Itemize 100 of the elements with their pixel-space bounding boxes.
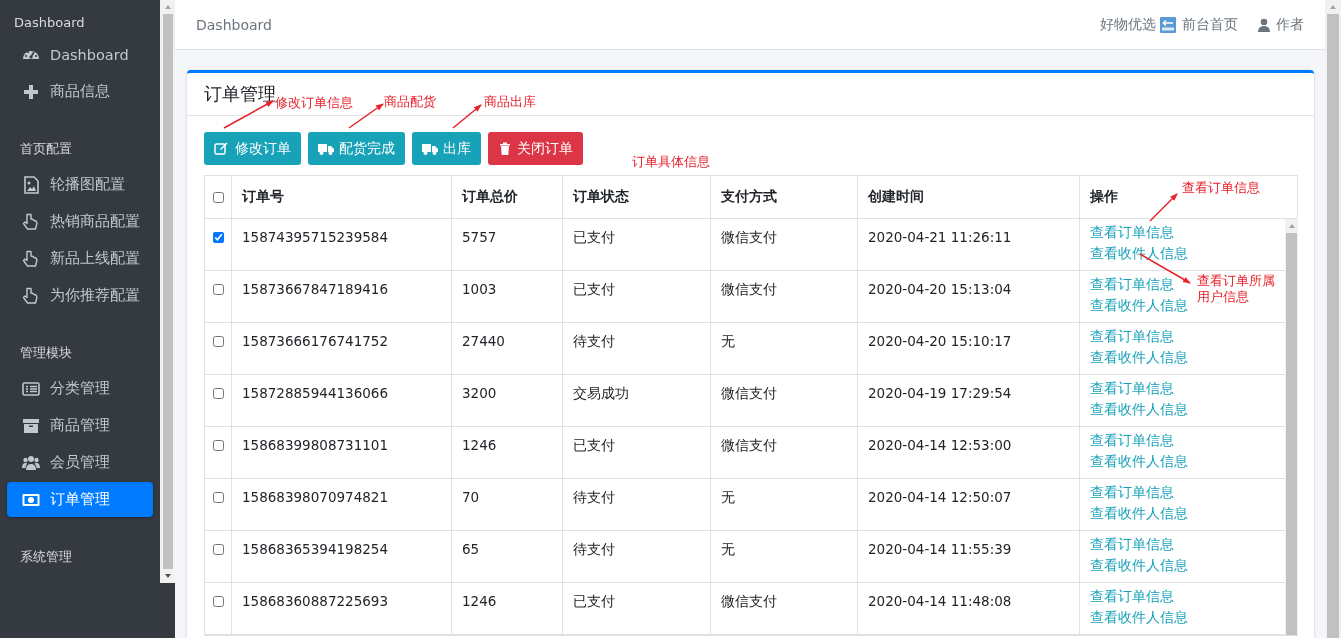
sidebar-item[interactable]: 轮播图配置	[7, 167, 153, 202]
sidebar-item[interactable]: 商品信息	[7, 74, 153, 109]
sidebar-item[interactable]: 新品上线配置	[7, 241, 153, 276]
table-cell: 5757	[462, 229, 497, 245]
checkbox[interactable]	[212, 440, 224, 451]
sidebar-item[interactable]: 订单管理	[7, 482, 153, 517]
sidebar-item[interactable]: 分类管理	[7, 371, 153, 406]
scrollbar[interactable]	[160, 0, 175, 583]
table-cell: 2020-04-20 15:13:04	[868, 281, 1012, 297]
checkbox[interactable]	[212, 336, 224, 347]
checkbox[interactable]	[212, 284, 224, 295]
action-button[interactable]: 修改订单	[204, 132, 301, 165]
table-cell: 无	[721, 541, 735, 559]
table-cell: 15872885944136066	[242, 385, 388, 401]
table-cell: 无	[721, 333, 735, 351]
checkbox[interactable]	[212, 544, 224, 555]
column-header: 订单总价	[462, 188, 518, 206]
link[interactable]: 查看收件人信息	[1090, 295, 1188, 316]
annotation: 商品配货	[384, 94, 436, 110]
trash-icon	[498, 141, 512, 156]
pointing-hand-icon	[22, 249, 40, 268]
user-icon	[1258, 17, 1270, 32]
link[interactable]: 查看收件人信息	[1090, 243, 1188, 264]
nav-link[interactable]: 前台首页	[1160, 15, 1238, 34]
sidebar-item[interactable]: 为你推荐配置	[7, 278, 153, 313]
sidebar-item[interactable]: 会员管理	[7, 445, 153, 480]
action-button[interactable]: 配货完成	[308, 132, 405, 165]
pointing-hand-icon	[22, 286, 40, 305]
table-cell: 2020-04-14 11:55:39	[868, 541, 1012, 557]
link[interactable]: 查看订单信息	[1090, 326, 1174, 347]
plus-icon	[22, 82, 40, 101]
checkbox[interactable]	[212, 232, 224, 243]
link[interactable]: 查看订单信息	[1090, 378, 1174, 399]
link[interactable]: 查看收件人信息	[1090, 347, 1188, 368]
table-cell: 2020-04-14 11:48:08	[868, 593, 1012, 609]
sidebar-item[interactable]: 热销商品配置	[7, 204, 153, 239]
link[interactable]: 查看订单信息	[1090, 430, 1174, 451]
table-cell: 待支付	[573, 333, 615, 351]
truck-icon	[422, 141, 438, 156]
checkbox[interactable]	[212, 492, 224, 503]
column-header: 支付方式	[721, 188, 777, 206]
back-icon	[1160, 16, 1176, 33]
table-cell: 1246	[462, 437, 497, 453]
nav-link[interactable]: 好物优选	[1100, 15, 1156, 34]
image-icon	[22, 175, 40, 194]
scrollbar[interactable]	[1285, 219, 1298, 635]
users-icon	[22, 453, 40, 472]
link[interactable]: 查看订单信息	[1090, 482, 1174, 503]
table-cell: 70	[462, 489, 480, 505]
action-button[interactable]: 出库	[412, 132, 481, 165]
action-button[interactable]: 关闭订单	[488, 132, 583, 165]
annotation: 订单具体信息	[632, 154, 710, 170]
table-cell: 已支付	[573, 281, 615, 299]
table-cell: 微信支付	[721, 281, 777, 299]
table-cell: 15874395715239584	[242, 229, 388, 245]
nav-link[interactable]: 作者	[1258, 15, 1304, 34]
sidebar-item[interactable]: Dashboard	[7, 37, 153, 72]
table-cell: 2020-04-19 17:29:54	[868, 385, 1012, 401]
table-cell: 无	[721, 489, 735, 507]
link[interactable]: 查看收件人信息	[1090, 555, 1188, 576]
link[interactable]: 查看收件人信息	[1090, 503, 1188, 524]
checkbox[interactable]	[212, 191, 224, 203]
card-title: 订单管理	[204, 82, 276, 104]
link[interactable]: 查看订单信息	[1090, 586, 1174, 607]
table-cell: 已支付	[573, 437, 615, 455]
annotation-arrow	[452, 104, 482, 129]
table-cell: 2020-04-21 11:26:11	[868, 229, 1012, 245]
checkbox[interactable]	[212, 596, 224, 607]
table-cell: 2020-04-14 12:50:07	[868, 489, 1012, 505]
table-cell: 65	[462, 541, 480, 557]
link[interactable]: 查看收件人信息	[1090, 607, 1188, 628]
annotation: 查看订单信息	[1182, 180, 1260, 196]
table-cell: 微信支付	[721, 437, 777, 455]
link[interactable]: 查看订单信息	[1090, 222, 1174, 243]
table-cell: 已支付	[573, 593, 615, 611]
column-header: 订单状态	[573, 188, 629, 206]
table-cell: 待支付	[573, 541, 615, 559]
link[interactable]: 查看收件人信息	[1090, 399, 1188, 420]
annotation: 修改订单信息	[275, 95, 353, 111]
page-title[interactable]: Dashboard	[196, 16, 272, 33]
annotation-arrow	[1149, 193, 1178, 222]
column-header: 操作	[1090, 188, 1118, 206]
pointing-hand-icon	[22, 212, 40, 231]
section-heading: Dashboard	[13, 14, 86, 32]
column-header: 创建时间	[868, 188, 924, 206]
table-cell: 1003	[462, 281, 497, 297]
table-cell: 微信支付	[721, 229, 777, 247]
annotation: 商品出库	[484, 94, 536, 110]
link[interactable]: 查看订单信息	[1090, 534, 1174, 555]
scrollbar[interactable]	[1325, 0, 1341, 638]
checkbox[interactable]	[212, 388, 224, 399]
sidebar-item[interactable]: 商品管理	[7, 408, 153, 443]
link[interactable]: 查看收件人信息	[1090, 451, 1188, 472]
table-cell: 待支付	[573, 489, 615, 507]
section-heading: 系统管理	[19, 548, 73, 566]
section-heading: 首页配置	[19, 140, 73, 158]
link[interactable]: 查看订单信息	[1090, 274, 1174, 295]
table-cell: 15873667847189416	[242, 281, 388, 297]
column-header: 订单号	[242, 188, 284, 206]
table-cell: 15873666176741752	[242, 333, 388, 349]
